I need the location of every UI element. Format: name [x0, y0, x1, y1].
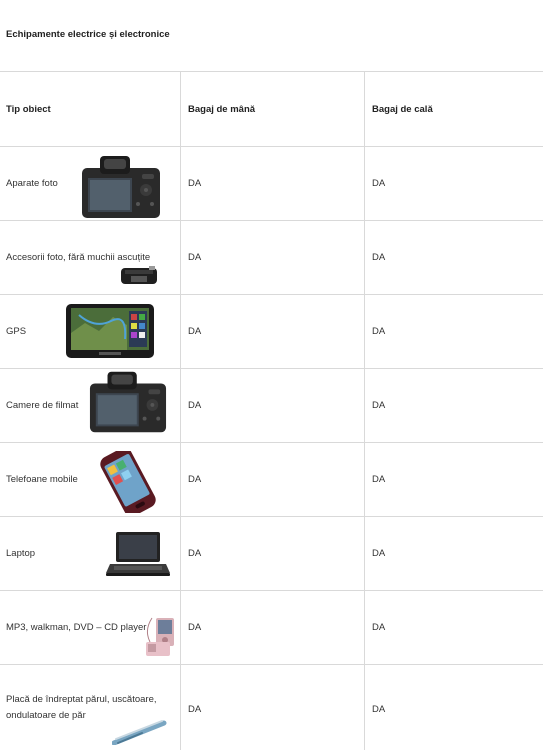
row-item-label: MP3, walkman, DVD – CD player: [6, 622, 147, 633]
table-border-top: [0, 71, 543, 72]
row-hand-value: DA: [188, 326, 202, 337]
row-item-label: Aparate foto: [6, 178, 58, 189]
mobile-phone-icon: [100, 451, 156, 513]
row-hand-value: DA: [188, 252, 202, 263]
lens-adapter-icon: [121, 266, 157, 284]
row-hold-value: DA: [372, 704, 386, 715]
row-item-label: Camere de filmat: [6, 400, 79, 411]
row-divider: [0, 368, 543, 369]
row-divider: [0, 294, 543, 295]
row-hand-value: DA: [188, 178, 202, 189]
row-hold-value: DA: [372, 326, 386, 337]
row-item-label: Laptop: [6, 548, 36, 559]
row-divider: [0, 442, 543, 443]
column-divider: [364, 71, 365, 750]
row-hold-value: DA: [372, 622, 386, 633]
row-hand-value: DA: [188, 622, 202, 633]
header-bagaj-de-mana: Bagaj de mână: [188, 104, 256, 115]
row-item-label: Telefoane mobile: [6, 474, 78, 485]
camera-icon: [82, 156, 160, 218]
header-tip-obiect: Tip obiect: [6, 104, 51, 115]
row-divider: [0, 220, 543, 221]
row-hand-value: DA: [188, 548, 202, 559]
row-hand-value: DA: [188, 474, 202, 485]
row-hold-value: DA: [372, 474, 386, 485]
video-camera-icon: [89, 371, 167, 433]
header-bagaj-de-cala: Bagaj de cală: [372, 104, 433, 115]
hair-straightener-icon: [112, 720, 167, 745]
row-hold-value: DA: [372, 178, 386, 189]
row-divider: [0, 664, 543, 665]
gps-icon: [66, 304, 154, 358]
row-hold-value: DA: [372, 252, 386, 263]
row-hand-value: DA: [188, 400, 202, 411]
row-divider: [0, 146, 543, 147]
laptop-icon: [106, 532, 170, 576]
page-title: Echipamente electrice și electronice: [6, 29, 170, 40]
row-hold-value: DA: [372, 400, 386, 411]
row-item-label: GPS: [6, 326, 27, 337]
column-divider: [180, 71, 181, 750]
row-item-label: Accesorii foto, fără muchii ascuțite: [6, 252, 151, 263]
row-divider: [0, 590, 543, 591]
row-hold-value: DA: [372, 548, 386, 559]
mp3-player-icon: [146, 617, 174, 656]
row-divider: [0, 516, 543, 517]
row-hand-value: DA: [188, 704, 202, 715]
